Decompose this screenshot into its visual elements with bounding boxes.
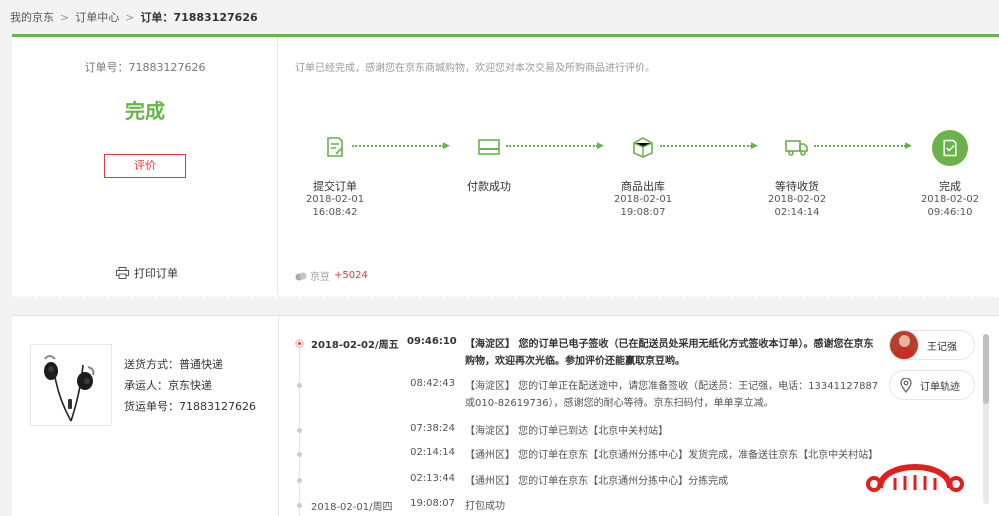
progress-connector [506,145,598,149]
bean-icon [295,272,307,280]
courier-name: 王记强 [927,341,957,353]
step-time: 02:14:14 [774,207,820,218]
timeline-time: 08:42:43 [410,378,455,389]
bean-label: 京豆 [310,272,330,283]
breadcrumb-current: 订单：71883127626 [140,11,258,24]
chevron-right-icon: ▶ [905,141,912,151]
timeline-date: 2018-02-02/周五 [311,340,399,351]
order-number: 订单号：71883127626 [84,61,206,74]
payment-card-icon [478,139,500,155]
timeline-time: 19:08:07 [410,498,455,509]
progress-connector [660,145,752,149]
timeline-text: 打包成功 [465,501,505,512]
earphones-image [44,355,95,422]
print-order-button[interactable]: 打印订单 [116,265,178,281]
step-time: 19:08:07 [620,207,666,218]
jd-bean-reward: 京豆 +5024 [295,268,368,283]
shipping-tracking-number: 货运单号：71883127626 [124,400,256,413]
order-track-label: 订单轨迹 [920,381,960,393]
chevron-right-icon: > [125,10,135,24]
shipping-panel: 送货方式：普通快递 承运人：京东快递 货运单号：71883127626 2018… [12,315,999,516]
order-submit-icon [327,137,343,157]
order-status: 完成 [125,99,165,123]
breadcrumb: 我的京东 > 订单中心 > 订单：71883127626 [10,9,258,25]
step-time: 09:46:10 [927,207,973,218]
timeline-text: 【通州区】 您的订单在京东【北京通州分拣中心】发货完成，准备送往京东【北京中关村… [465,450,879,461]
shipping-info: 送货方式：普通快递 承运人：京东快递 货运单号：71883127626 [124,354,256,417]
breadcrumb-order-center[interactable]: 订单中心 [75,9,119,25]
timeline-dot [297,383,302,388]
evaluate-button[interactable]: 评价 [104,154,186,178]
completed-check-icon [932,130,968,166]
step-date: 2018-02-01 [305,194,365,205]
order-notice: 订单已经完成，感谢您在京东商城购物，欢迎您对本次交易及所购商品进行评价。 [295,63,655,74]
timeline-text: 【海淀区】 您的订单已到达【北京中关村站】 [465,426,669,437]
timeline-dot [297,503,302,508]
progress-connector [352,145,444,149]
timeline-scrollbar[interactable] [983,334,989,504]
timeline-active-dot [295,339,304,348]
timeline-date: 2018-02-01/周四 [311,502,393,513]
tracking-timeline: 2018-02-02/周五 09:46:10 【海淀区】 您的订单已电子签收（已… [295,316,880,516]
package-out-icon [633,137,653,158]
order-progress: 订单已经完成，感谢您在京东商城购物，欢迎您对本次交易及所购商品进行评价。 ▶ ▶… [279,37,999,296]
shipping-method: 送货方式：普通快递 [124,358,223,371]
step-date: 2018-02-01 [613,194,673,205]
chevron-right-icon: ▶ [597,141,604,151]
chevron-right-icon: ▶ [443,141,450,151]
step-label: 等待收货 [775,180,819,193]
printer-icon [116,267,129,279]
step-time: 16:08:42 [312,207,358,218]
step-label: 提交订单 [313,180,357,193]
breadcrumb-home[interactable]: 我的京东 [10,9,54,25]
timeline-time: 09:46:10 [407,336,457,347]
step-label: 商品出库 [621,180,665,193]
courier-card[interactable]: 王记强 [889,330,975,360]
divider [278,316,279,516]
scrollbar-thumb[interactable] [983,334,989,404]
order-track-button[interactable]: 订单轨迹 [889,370,975,400]
delivery-truck-icon [785,140,808,156]
order-detail-page: 我的京东 > 订单中心 > 订单：71883127626 订单号：7188312… [0,0,999,516]
step-date: 2018-02-02 [920,194,980,205]
order-summary: 订单号：71883127626 完成 评价 打印订单 [12,37,278,296]
bean-value: +5024 [334,270,368,281]
timeline-dot [297,452,302,457]
timeline-text: 【通州区】 您的订单在京东【北京通州分拣中心】分拣完成 [465,476,729,487]
timeline-time: 02:13:44 [410,473,455,484]
step-label: 付款成功 [467,180,511,193]
chevron-right-icon: ▶ [751,141,758,151]
timeline-text: 【海淀区】 您的订单已电子签收（已在配送员处采用无纸化方式签收本订单）。感谢您在… [465,339,874,367]
chevron-right-icon: > [60,10,70,24]
location-pin-icon [900,377,912,393]
panel-zigzag-edge [12,294,999,300]
timeline-dot [297,428,302,433]
step-label: 完成 [939,180,961,193]
progress-connector [814,145,906,149]
print-order-label: 打印订单 [134,267,178,280]
timeline-dot [297,478,302,483]
timeline-time: 07:38:24 [410,423,455,434]
step-date: 2018-02-02 [767,194,827,205]
timeline-time: 02:14:14 [410,447,455,458]
headphone-logo-watermark [866,464,964,492]
product-image[interactable] [30,344,112,426]
shipping-carrier: 承运人：京东快递 [124,379,212,392]
courier-avatar [889,330,919,360]
timeline-text: 【海淀区】 您的订单正在配送途中，请您准备签收（配送员：王记强，电话：13341… [465,381,879,409]
order-status-panel: 订单号：71883127626 完成 评价 打印订单 订单已经完成，感谢您在京东… [12,34,999,296]
